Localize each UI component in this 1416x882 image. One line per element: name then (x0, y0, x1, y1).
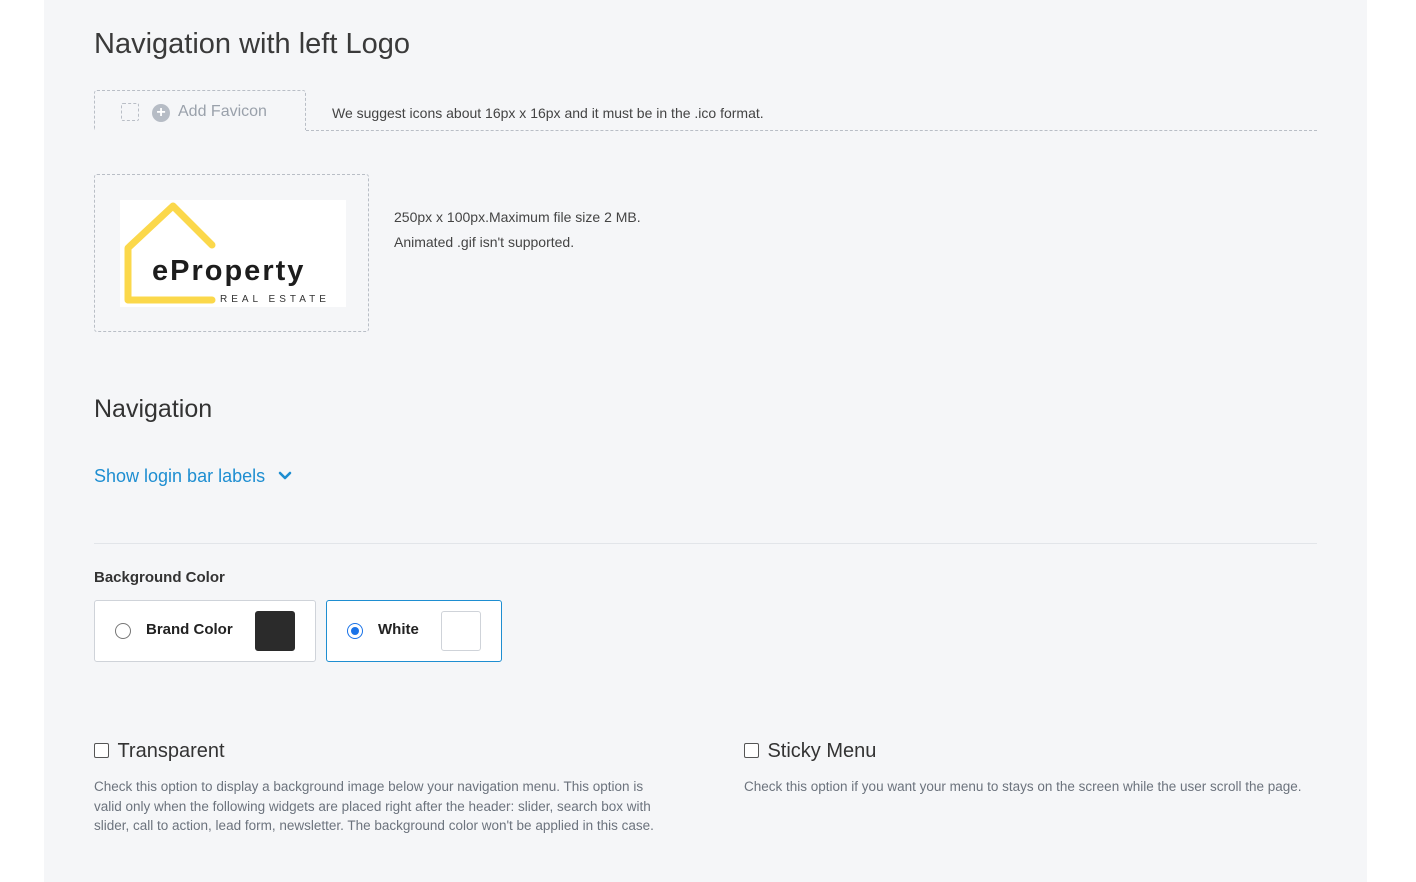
logo-brand-text: eProperty (152, 255, 306, 287)
favicon-divider (306, 130, 1317, 131)
transparent-label[interactable]: Transparent (117, 740, 224, 763)
brand-color-radio[interactable] (115, 623, 131, 639)
plus-circle-icon: + (152, 104, 170, 122)
chevron-down-icon (278, 471, 292, 480)
white-color-label: White (378, 621, 419, 638)
favicon-placeholder-icon (121, 103, 139, 121)
white-color-swatch (441, 611, 481, 651)
sticky-menu-option: Sticky Menu Check this option if you wan… (744, 740, 1319, 797)
show-login-bar-labels-toggle[interactable]: Show login bar labels (94, 466, 292, 487)
sticky-menu-label[interactable]: Sticky Menu (767, 740, 876, 763)
logo-hint-gif: Animated .gif isn't supported. (394, 234, 575, 250)
logo-hint: 250px x 100px.Maximum file size 2 MB. An… (394, 205, 641, 255)
brand-color-label: Brand Color (146, 621, 233, 638)
transparent-option: Transparent Check this option to display… (94, 740, 669, 836)
brand-color-swatch (255, 611, 295, 651)
transparent-checkbox[interactable] (94, 743, 109, 758)
page-title: Navigation with left Logo (94, 28, 410, 60)
logo-image: eProperty REAL ESTATE (120, 200, 346, 307)
transparent-description: Check this option to display a backgroun… (94, 779, 654, 834)
white-color-option[interactable]: White (326, 600, 502, 662)
sticky-menu-description: Check this option if you want your menu … (744, 779, 1302, 794)
add-favicon-button[interactable]: + Add Favicon (94, 90, 306, 130)
favicon-hint: We suggest icons about 16px x 16px and i… (332, 105, 764, 121)
section-divider (94, 543, 1317, 544)
house-outline-icon (124, 202, 216, 304)
navigation-heading: Navigation (94, 395, 213, 423)
logo-hint-size: 250px x 100px.Maximum file size 2 MB. (394, 209, 641, 225)
background-color-label: Background Color (94, 569, 225, 586)
login-toggle-label: Show login bar labels (94, 466, 266, 486)
logo-brand-subtext: REAL ESTATE (220, 294, 330, 305)
brand-color-option[interactable]: Brand Color (94, 600, 316, 662)
logo-upload[interactable]: eProperty REAL ESTATE (94, 174, 369, 332)
sticky-menu-checkbox[interactable] (744, 743, 759, 758)
add-favicon-label: Add Favicon (178, 103, 267, 120)
white-color-radio[interactable] (347, 623, 363, 639)
